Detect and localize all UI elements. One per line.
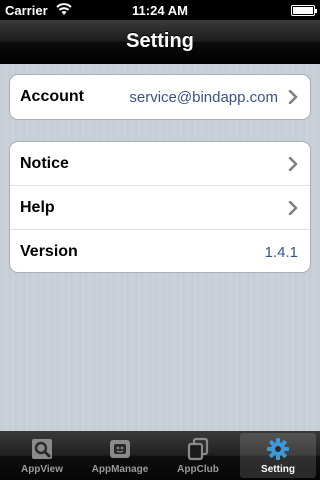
tab-setting[interactable]: Setting (240, 433, 316, 478)
settings-content: Account service@bindapp.com Notice Help … (0, 64, 320, 431)
page-title: Setting (126, 30, 194, 52)
battery-icon (291, 5, 317, 16)
gear-icon (267, 438, 289, 460)
chevron-right-icon (288, 157, 298, 171)
navigation-bar: Setting (0, 20, 320, 64)
app-club-icon (187, 437, 209, 461)
app-manage-icon (110, 440, 130, 458)
notice-label: Notice (20, 155, 69, 172)
help-row[interactable]: Help (10, 186, 310, 230)
account-label: Account (20, 88, 84, 105)
chevron-right-icon (288, 90, 298, 104)
account-row[interactable]: Account service@bindapp.com (10, 75, 310, 119)
magnifier-icon (32, 439, 52, 459)
tab-appclub-label: AppClub (177, 464, 219, 475)
account-group: Account service@bindapp.com (9, 74, 311, 120)
tab-appclub[interactable]: AppClub (160, 433, 236, 478)
account-email-value: service@bindapp.com (129, 89, 278, 106)
tab-bar: AppView AppManage AppClub Setting (0, 431, 320, 480)
tab-setting-label: Setting (261, 464, 295, 475)
version-label: Version (20, 243, 78, 260)
help-label: Help (20, 199, 55, 216)
status-bar: Carrier 11:24 AM (0, 0, 320, 20)
version-value: 1.4.1 (264, 244, 298, 261)
version-row: Version 1.4.1 (10, 230, 310, 272)
info-group: Notice Help Version 1.4.1 (9, 141, 311, 273)
tab-appmanage[interactable]: AppManage (82, 433, 158, 478)
tab-appview[interactable]: AppView (4, 433, 80, 478)
chevron-right-icon (288, 201, 298, 215)
tab-appview-label: AppView (20, 464, 64, 475)
tab-appmanage-label: AppManage (91, 464, 149, 475)
status-time: 11:24 AM (132, 3, 188, 18)
notice-row[interactable]: Notice (10, 142, 310, 186)
